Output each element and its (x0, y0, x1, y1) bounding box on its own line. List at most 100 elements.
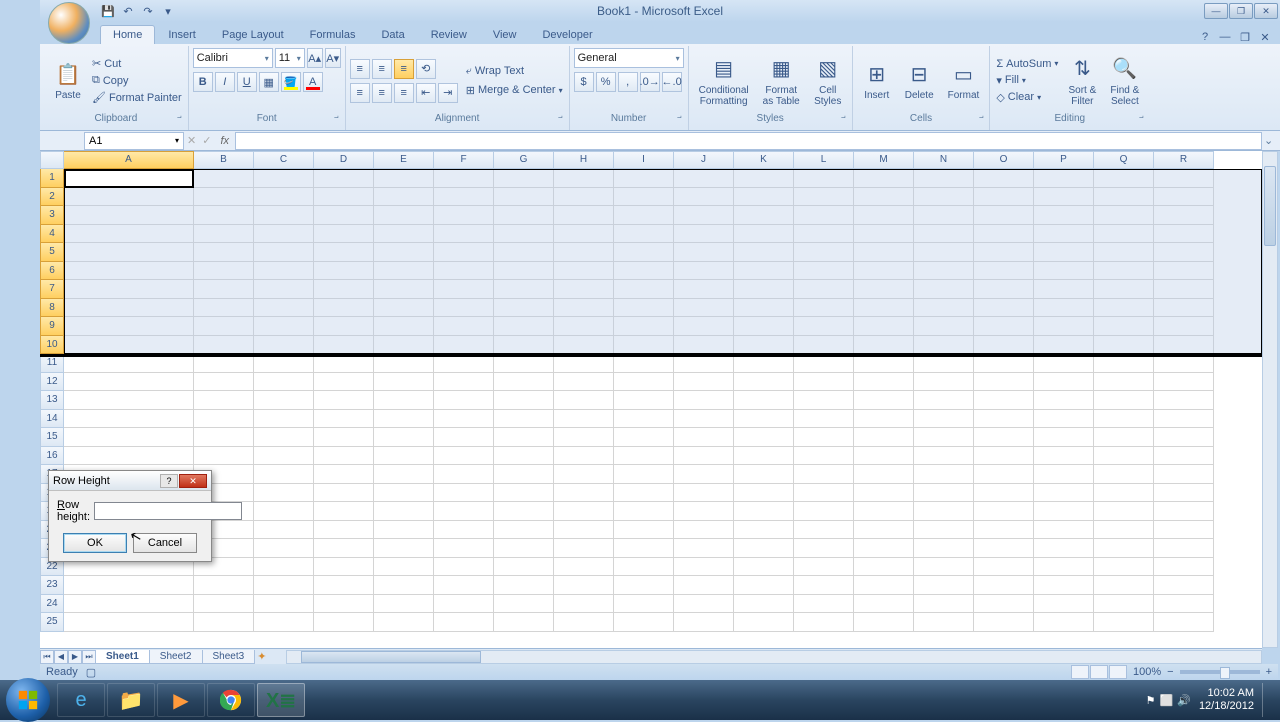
column-header[interactable]: Q (1094, 151, 1154, 169)
row-header[interactable]: 9 (40, 317, 64, 336)
worksheet-grid[interactable]: ABCDEFGHIJKLMNOPQR 123456789101112131415… (40, 151, 1262, 648)
row-header[interactable]: 10 (40, 336, 64, 355)
macro-record-icon[interactable]: ▢ (86, 666, 96, 679)
bold-button[interactable]: B (193, 72, 213, 92)
grow-font-button[interactable]: A▴ (307, 48, 323, 68)
inc-decimal-button[interactable]: .0→ (640, 72, 660, 92)
column-header[interactable]: M (854, 151, 914, 169)
help-icon[interactable]: ? (1198, 30, 1212, 44)
view-pagebreak-icon[interactable] (1109, 665, 1127, 679)
sheet-nav-prev-icon[interactable]: ◀ (54, 650, 68, 664)
name-box[interactable]: A1▾ (84, 132, 184, 150)
border-button[interactable]: ▦ (259, 72, 279, 92)
vertical-scrollbar[interactable] (1262, 151, 1278, 648)
percent-button[interactable]: % (596, 72, 616, 92)
column-header[interactable]: N (914, 151, 974, 169)
conditional-formatting-button[interactable]: ▤Conditional Formatting (693, 53, 755, 109)
tray-network-icon[interactable]: ⬜ (1160, 694, 1174, 707)
fill-color-button[interactable]: 🪣 (281, 72, 301, 92)
fx-icon[interactable]: fx (220, 135, 229, 147)
font-name-combo[interactable]: Calibri▾ (193, 48, 273, 68)
close-button[interactable]: ✕ (1254, 3, 1278, 19)
start-button[interactable] (6, 678, 50, 722)
row-header[interactable]: 5 (40, 243, 64, 262)
taskbar-media-icon[interactable]: ▶ (157, 683, 205, 717)
taskbar-excel-icon[interactable]: X≣ (257, 683, 305, 717)
ok-button[interactable]: OK (63, 533, 127, 553)
show-desktop-button[interactable] (1262, 683, 1272, 717)
tab-formulas[interactable]: Formulas (297, 25, 369, 44)
insert-cells-button[interactable]: ⊞Insert (857, 58, 897, 103)
sheet-nav-next-icon[interactable]: ▶ (68, 650, 82, 664)
row-header[interactable]: 24 (40, 595, 64, 614)
taskbar-chrome-icon[interactable] (207, 683, 255, 717)
qat-save-icon[interactable]: 💾 (100, 3, 116, 19)
tab-developer[interactable]: Developer (529, 25, 605, 44)
ribbon-restore-icon[interactable]: ❐ (1238, 30, 1252, 44)
column-header[interactable]: K (734, 151, 794, 169)
sheet-nav-first-icon[interactable]: ⏮ (40, 650, 54, 664)
taskbar-ie-icon[interactable]: e (57, 683, 105, 717)
column-header[interactable]: A (64, 151, 194, 169)
font-color-button[interactable]: A (303, 72, 323, 92)
cancel-button[interactable]: Cancel (133, 533, 197, 553)
inc-indent-button[interactable]: ⇥ (438, 83, 458, 103)
format-as-table-button[interactable]: ▦Format as Table (757, 53, 806, 109)
wrap-text-button[interactable]: ⤶Wrap Text (464, 64, 565, 79)
tray-flag-icon[interactable]: ⚑ (1146, 694, 1156, 707)
dialog-help-button[interactable]: ? (160, 474, 178, 488)
clear-button[interactable]: ◇Clear ▾ (994, 90, 1060, 105)
zoom-level[interactable]: 100% (1133, 666, 1161, 678)
accounting-button[interactable]: $ (574, 72, 594, 92)
maximize-button[interactable]: ❐ (1229, 3, 1253, 19)
tray-clock[interactable]: 10:02 AM 12/18/2012 (1199, 687, 1254, 713)
office-button[interactable] (48, 2, 90, 44)
row-header[interactable]: 8 (40, 299, 64, 318)
sort-filter-button[interactable]: ⇅Sort & Filter (1062, 53, 1102, 109)
row-header[interactable]: 3 (40, 206, 64, 225)
qat-undo-icon[interactable]: ↶ (120, 3, 136, 19)
zoom-slider[interactable] (1180, 670, 1260, 674)
copy-button[interactable]: ⧉Copy (90, 73, 184, 88)
tab-view[interactable]: View (480, 25, 530, 44)
align-center-button[interactable]: ≡ (372, 83, 392, 103)
row-header[interactable]: 12 (40, 373, 64, 392)
dialog-close-button[interactable]: ✕ (179, 474, 207, 488)
row-header[interactable]: 23 (40, 576, 64, 595)
dec-decimal-button[interactable]: ←.0 (662, 72, 682, 92)
cancel-formula-icon[interactable]: ✕ (187, 134, 196, 147)
view-layout-icon[interactable] (1090, 665, 1108, 679)
autosum-button[interactable]: ΣAutoSum ▾ (994, 57, 1060, 71)
sheet-tab-1[interactable]: Sheet1 (95, 650, 150, 664)
horizontal-scrollbar[interactable] (286, 650, 1262, 664)
tab-page-layout[interactable]: Page Layout (209, 25, 297, 44)
row-header[interactable]: 2 (40, 188, 64, 207)
sheet-tab-2[interactable]: Sheet2 (149, 650, 203, 664)
row-header[interactable]: 14 (40, 410, 64, 429)
italic-button[interactable]: I (215, 72, 235, 92)
comma-button[interactable]: , (618, 72, 638, 92)
align-middle-button[interactable]: ≡ (372, 59, 392, 79)
row-height-input[interactable] (94, 502, 242, 520)
merge-center-button[interactable]: ⊞Merge & Center ▾ (464, 83, 565, 98)
row-header[interactable]: 6 (40, 262, 64, 281)
tray-volume-icon[interactable]: 🔊 (1177, 694, 1191, 707)
delete-cells-button[interactable]: ⊟Delete (899, 58, 940, 103)
select-all-corner[interactable] (40, 151, 64, 169)
tab-insert[interactable]: Insert (155, 25, 209, 44)
column-header[interactable]: C (254, 151, 314, 169)
zoom-in-icon[interactable]: + (1266, 666, 1272, 678)
minimize-button[interactable]: — (1204, 3, 1228, 19)
tab-review[interactable]: Review (418, 25, 480, 44)
column-header[interactable]: G (494, 151, 554, 169)
cut-button[interactable]: ✂Cut (90, 56, 184, 71)
column-header[interactable]: J (674, 151, 734, 169)
row-header[interactable]: 4 (40, 225, 64, 244)
fill-button[interactable]: ▾Fill ▾ (994, 73, 1060, 88)
enter-formula-icon[interactable]: ✓ (202, 134, 211, 147)
dec-indent-button[interactable]: ⇤ (416, 83, 436, 103)
format-painter-button[interactable]: 🖌Format Painter (90, 90, 184, 105)
ribbon-minimize-icon[interactable]: — (1218, 30, 1232, 44)
insert-sheet-icon[interactable]: ✦ (257, 650, 266, 663)
sheet-nav-last-icon[interactable]: ⏭ (82, 650, 96, 664)
